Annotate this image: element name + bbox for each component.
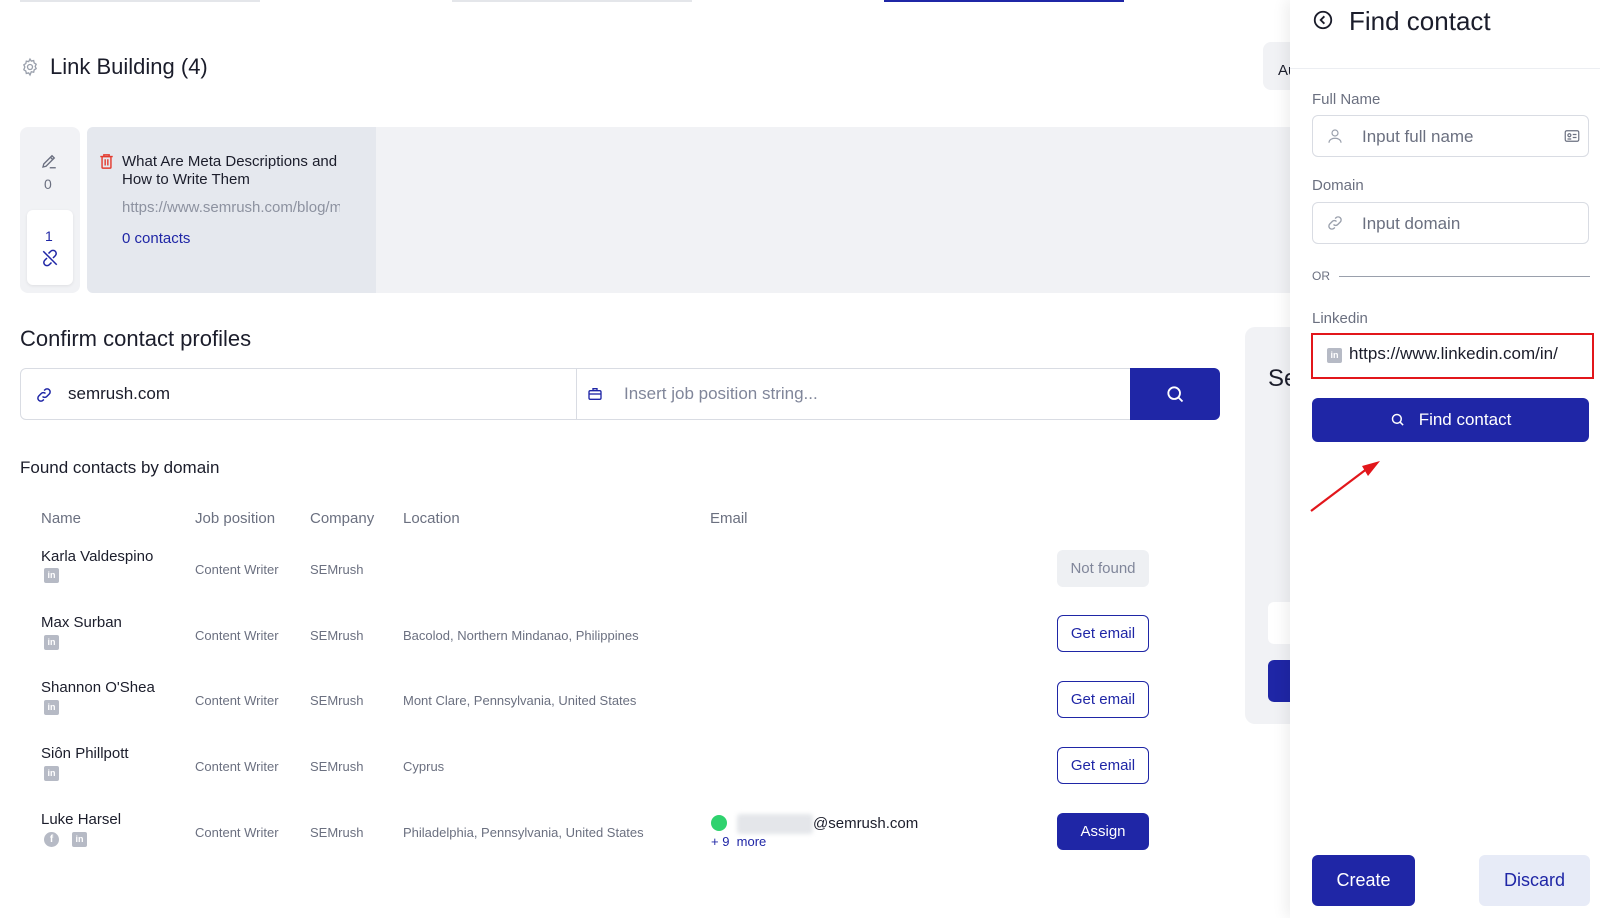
linkedin-icon[interactable]: in (44, 700, 59, 715)
search-icon (1167, 385, 1184, 402)
search-icon (1391, 413, 1404, 426)
article-title: What Are Meta Descriptions and How to Wr… (122, 153, 338, 188)
linkedin-icon[interactable]: in (44, 766, 59, 781)
contact-company: SEMrush (310, 562, 364, 577)
contact-job: Content Writer (195, 759, 279, 774)
job-position-input[interactable] (624, 380, 1114, 408)
linkedin-icon[interactable]: in (72, 832, 87, 847)
domain-input[interactable] (1362, 214, 1567, 234)
contact-job: Content Writer (195, 562, 279, 577)
contact-name: Max Surban (41, 614, 122, 631)
linkedin-icon: in (1327, 348, 1342, 363)
redacted-email-prefix (737, 814, 813, 834)
article-area (376, 127, 1292, 293)
email-status-dot (711, 815, 727, 831)
briefcase-icon (587, 386, 603, 402)
create-button[interactable]: Create (1312, 855, 1415, 906)
full-name-label: Full Name (1312, 91, 1381, 108)
find-contact-label: Find contact (1418, 410, 1512, 429)
contact-email[interactable]: @semrush.com (813, 815, 918, 832)
contact-company: SEMrush (310, 825, 364, 840)
section-title: Confirm contact profiles (20, 326, 252, 351)
panel-divider (1290, 68, 1600, 69)
background-card-button (1268, 660, 1290, 702)
unlinked-card[interactable] (27, 210, 73, 285)
gear-icon[interactable] (20, 57, 40, 77)
unlinked-count: 1 (45, 228, 53, 244)
field-divider (576, 369, 577, 419)
trash-icon[interactable] (99, 153, 114, 169)
more-emails-label: more (736, 834, 767, 849)
tab-underline (20, 0, 260, 2)
column-header-name: Name (41, 510, 82, 527)
or-label: OR (1312, 269, 1330, 283)
contact-job: Content Writer (195, 825, 279, 840)
linkedin-icon[interactable]: in (44, 568, 59, 583)
contact-name: Luke Harsel (41, 811, 122, 828)
domain-label: Domain (1312, 177, 1364, 194)
pending-count: 0 (44, 176, 52, 192)
column-header-location: Location (403, 510, 460, 527)
get-email-button[interactable]: Get email (1057, 615, 1149, 652)
linkedin-label: Linkedin (1312, 310, 1368, 327)
pencil-icon[interactable] (40, 152, 58, 170)
contact-job: Content Writer (195, 693, 279, 708)
contact-location: Cyprus (403, 759, 445, 774)
more-emails-count: + 9 (711, 834, 730, 849)
facebook-icon[interactable]: f (44, 832, 59, 847)
contact-company: SEMrush (310, 628, 364, 643)
background-card-input (1268, 602, 1290, 644)
more-emails-link[interactable]: + 9 more (711, 834, 766, 849)
domain-search-input[interactable] (68, 380, 558, 408)
get-email-button[interactable]: Get email (1057, 747, 1149, 784)
linkedin-icon[interactable]: in (44, 635, 59, 650)
contact-name: Siôn Phillpott (41, 745, 129, 762)
panel-title: Find contact (1349, 6, 1491, 36)
tab-underline (452, 0, 692, 2)
contact-location: Philadelphia, Pennsylvania, United State… (403, 825, 644, 840)
full-name-input[interactable] (1362, 127, 1567, 147)
contact-name: Karla Valdespino (41, 548, 154, 565)
article-contacts-link[interactable]: 0 contacts (122, 230, 190, 247)
search-button[interactable] (1130, 368, 1220, 420)
annotation-arrow (1310, 461, 1380, 512)
full-name-field[interactable] (1312, 115, 1589, 157)
contact-company: SEMrush (310, 693, 364, 708)
assign-button[interactable]: Assign (1057, 813, 1149, 850)
unlink-icon (41, 249, 59, 267)
find-contact-button[interactable]: Find contact (1312, 398, 1589, 442)
link-icon (35, 386, 53, 404)
found-contacts-title: Found contacts by domain (20, 458, 220, 477)
contact-card-icon[interactable] (1563, 127, 1581, 145)
contact-location: Mont Clare, Pennsylvania, United States (403, 693, 637, 708)
article-url[interactable]: https://www.semrush.com/blog/meta-descri… (122, 199, 340, 216)
or-divider (1339, 276, 1590, 277)
discard-button[interactable]: Discard (1479, 855, 1590, 906)
column-header-company: Company (310, 510, 375, 527)
contact-location: Bacolod, Northern Mindanao, Philippines (403, 628, 639, 643)
domain-field[interactable] (1312, 202, 1589, 244)
contact-job: Content Writer (195, 628, 279, 643)
page-title: Link Building (4) (50, 54, 208, 79)
link-icon (1326, 214, 1344, 232)
not-found-badge: Not found (1057, 550, 1149, 587)
contact-company: SEMrush (310, 759, 364, 774)
back-arrow-icon[interactable] (1312, 9, 1334, 31)
contact-name: Shannon O'Shea (41, 679, 155, 696)
linkedin-input[interactable] (1349, 344, 1579, 364)
user-icon (1326, 127, 1344, 145)
get-email-button[interactable]: Get email (1057, 681, 1149, 718)
linkedin-field[interactable]: in (1311, 333, 1594, 379)
tab-underline-active (884, 0, 1124, 2)
column-header-job: Job position (195, 510, 276, 527)
column-header-email: Email (710, 510, 748, 527)
